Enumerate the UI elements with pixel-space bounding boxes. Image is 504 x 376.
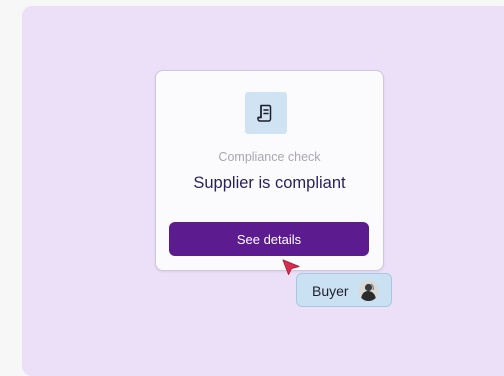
receipt-icon: [245, 92, 287, 134]
buyer-label: Buyer: [312, 283, 349, 299]
card-subtitle: Compliance check: [218, 150, 321, 164]
compliance-card: Compliance check Supplier is compliant S…: [155, 70, 384, 271]
avatar-icon: [358, 280, 379, 301]
see-details-button[interactable]: See details: [169, 222, 369, 256]
canvas-background: Compliance check Supplier is compliant S…: [22, 6, 504, 376]
card-title: Supplier is compliant: [193, 174, 346, 192]
buyer-cursor-tag: Buyer: [296, 273, 392, 307]
